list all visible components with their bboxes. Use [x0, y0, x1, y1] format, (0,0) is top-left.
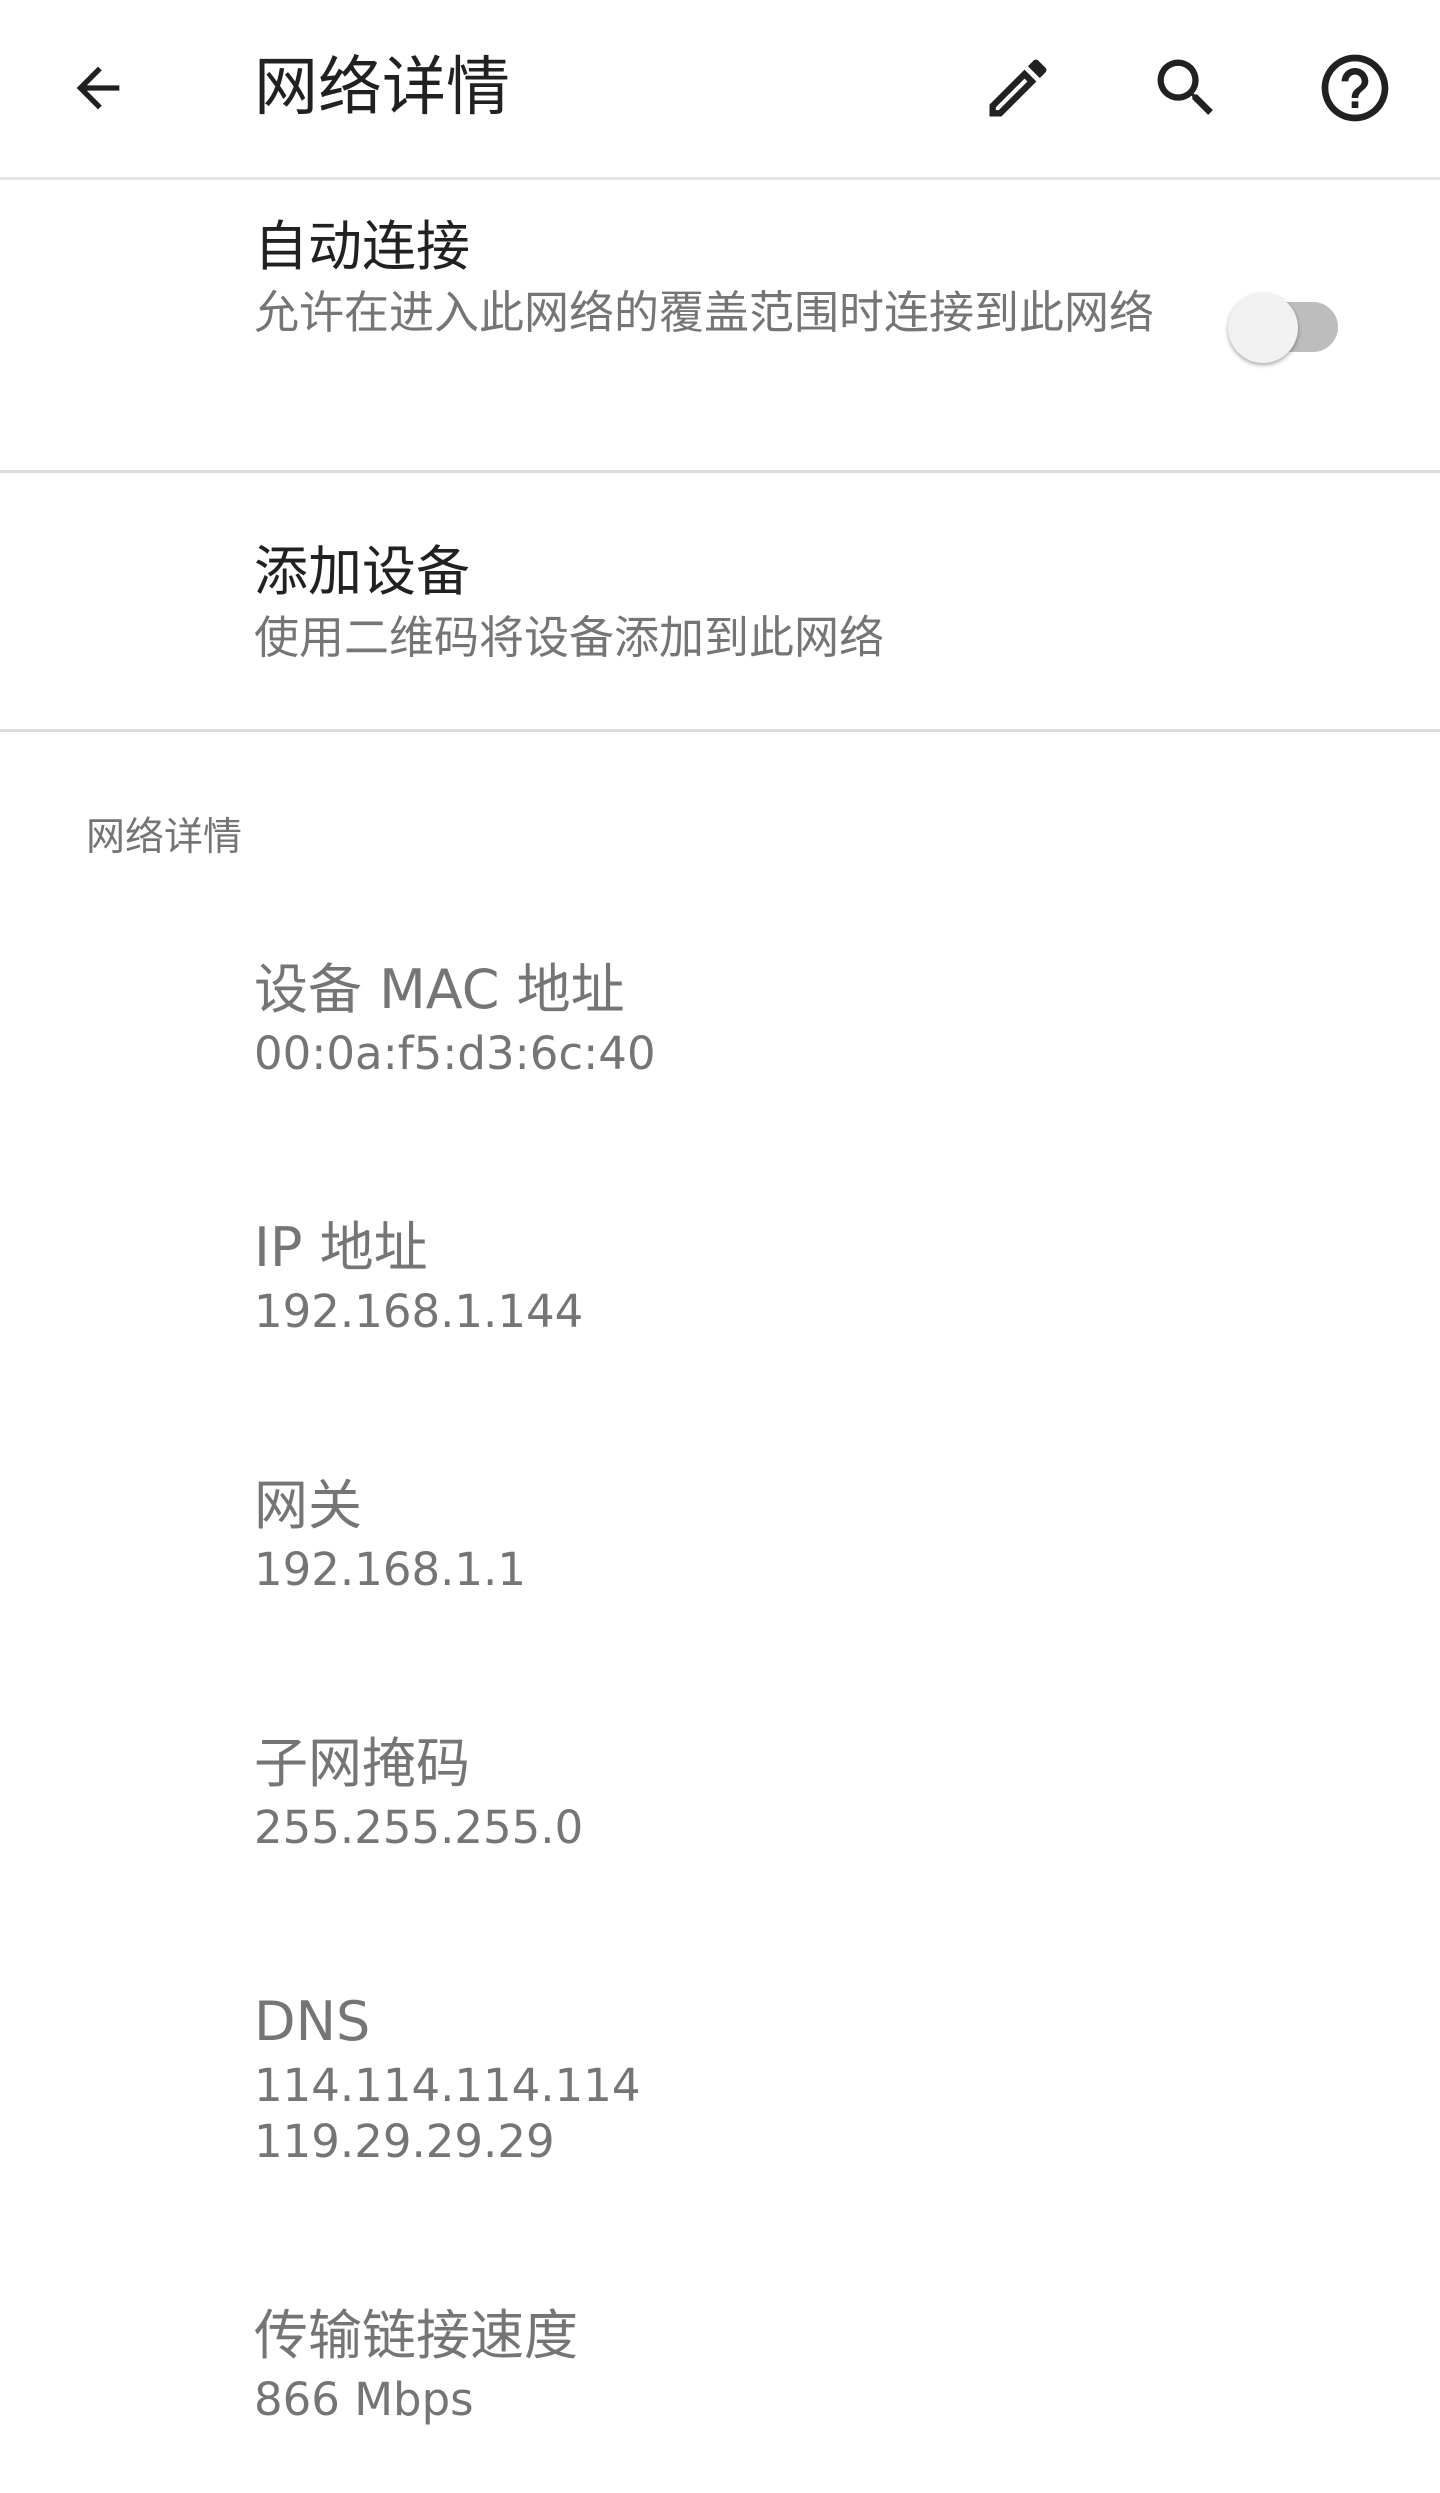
network-details-header: 网络详情: [86, 815, 243, 860]
top-app-bar: 网络详情: [0, 0, 1440, 180]
mac-address-item: 设备 MAC 地址 00:0a:f5:d3:6c:40: [254, 954, 1354, 1082]
pencil-icon: [980, 50, 1056, 130]
link-speed-label: 传输链接速度: [254, 2304, 578, 2367]
auto-connect-title: 自动连接: [254, 215, 470, 278]
help-circle-icon: [1315, 48, 1395, 132]
subnet-mask-value: 255.255.255.0: [254, 1801, 584, 1854]
back-button[interactable]: [48, 40, 148, 140]
arrow-back-icon: [66, 56, 130, 124]
search-icon: [1148, 50, 1224, 130]
dns-secondary-value: 119.29.29.29: [254, 2115, 555, 2168]
dns-item: DNS 114.114.114.114 119.29.29.29: [254, 1986, 1354, 2170]
gateway-value: 192.168.1.1: [254, 1543, 526, 1596]
search-button[interactable]: [1136, 40, 1236, 140]
ip-address-value: 192.168.1.144: [254, 1285, 584, 1338]
mac-address-value: 00:0a:f5:d3:6c:40: [254, 1027, 656, 1080]
gateway-label: 网关: [254, 1474, 362, 1537]
subnet-mask-label: 子网掩码: [254, 1732, 470, 1795]
auto-connect-row[interactable]: 自动连接 允许在进入此网络的覆盖范围时连接到此网络: [0, 183, 1440, 473]
add-device-title: 添加设备: [254, 540, 470, 603]
ip-address-label: IP 地址: [254, 1216, 428, 1279]
add-device-summary: 使用二维码将设备添加到此网络: [254, 611, 885, 664]
add-device-row[interactable]: 添加设备 使用二维码将设备添加到此网络: [0, 476, 1440, 732]
subnet-mask-item: 子网掩码 255.255.255.0: [254, 1728, 1354, 1856]
page-title: 网络详情: [254, 51, 510, 125]
auto-connect-summary: 允许在进入此网络的覆盖范围时连接到此网络: [254, 286, 1155, 339]
switch-thumb: [1228, 293, 1298, 363]
gateway-item: 网关 192.168.1.1: [254, 1470, 1354, 1598]
edit-button[interactable]: [968, 40, 1068, 140]
link-speed-item: 传输链接速度 866 Mbps: [254, 2300, 1354, 2428]
help-button[interactable]: [1305, 40, 1405, 140]
link-speed-value: 866 Mbps: [254, 2373, 474, 2426]
auto-connect-switch[interactable]: [1228, 278, 1348, 363]
ip-address-item: IP 地址 192.168.1.144: [254, 1212, 1354, 1340]
dns-label: DNS: [254, 1990, 371, 2053]
mac-address-label: 设备 MAC 地址: [254, 958, 625, 1021]
dns-primary-value: 114.114.114.114: [254, 2059, 641, 2112]
